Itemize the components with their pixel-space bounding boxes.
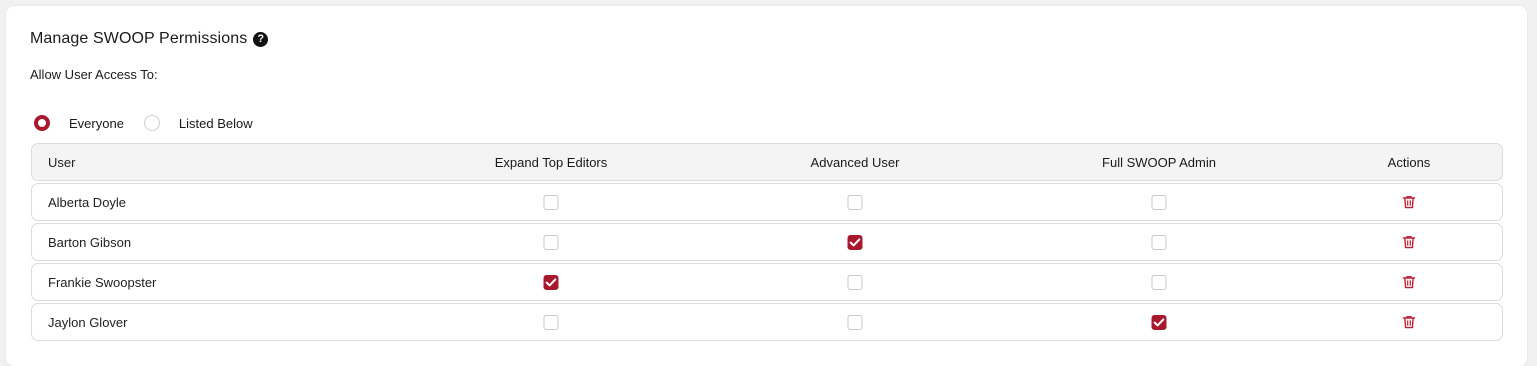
trash-icon[interactable] [1402,315,1416,329]
title-row: Manage SWOOP Permissions ? [30,30,269,48]
expand-top-editors-checkbox[interactable] [543,274,559,290]
radio-option-everyone[interactable]: Everyone [34,115,124,131]
advanced-user-checkbox-cell [847,314,863,330]
actions-cell [1402,195,1416,209]
actions-cell [1402,315,1416,329]
full-swoop-admin-checkbox-cell [1151,314,1167,330]
advanced-user-checkbox-cell [847,194,863,210]
trash-icon[interactable] [1402,235,1416,249]
header-expand-top-editors: Expand Top Editors [494,154,608,170]
user-name: Frankie Swoopster [48,274,157,290]
expand-top-editors-checkbox[interactable] [543,194,559,210]
expand-top-editors-checkbox-cell [543,314,559,330]
trash-icon[interactable] [1402,275,1416,289]
radio-everyone[interactable] [34,115,50,131]
radio-listed-below[interactable] [143,115,160,131]
user-name: Jaylon Glover [48,314,128,330]
radio-label-everyone: Everyone [69,115,124,131]
expand-top-editors-checkbox[interactable] [543,314,559,330]
advanced-user-checkbox-cell [847,274,863,290]
advanced-user-checkbox[interactable] [847,274,863,290]
full-swoop-admin-checkbox[interactable] [1151,234,1167,250]
user-name: Barton Gibson [48,234,132,250]
question-circle-icon[interactable]: ? [253,31,269,47]
expand-top-editors-checkbox-cell [543,234,559,250]
table-row: Barton Gibson [31,223,1503,261]
table-row: Jaylon Glover [31,303,1503,341]
user-name: Alberta Doyle [48,194,127,210]
advanced-user-checkbox-cell [847,234,863,250]
expand-top-editors-checkbox-cell [543,274,559,290]
advanced-user-checkbox[interactable] [847,314,863,330]
actions-cell [1402,275,1416,289]
actions-cell [1402,235,1416,249]
full-swoop-admin-checkbox-cell [1151,234,1167,250]
permissions-table: User Expand Top Editors Advanced User Fu… [31,143,1503,343]
expand-top-editors-checkbox-cell [543,194,559,210]
advanced-user-checkbox[interactable] [847,194,863,210]
full-swoop-admin-checkbox-cell [1151,274,1167,290]
header-advanced-user: Advanced User [810,154,900,170]
table-header-row: User Expand Top Editors Advanced User Fu… [31,143,1503,181]
advanced-user-checkbox[interactable] [847,234,863,250]
header-user: User [48,154,76,170]
trash-icon[interactable] [1402,195,1416,209]
expand-top-editors-checkbox[interactable] [543,234,559,250]
full-swoop-admin-checkbox[interactable] [1151,274,1167,290]
header-actions: Actions [1387,154,1431,170]
access-label: Allow User Access To: [30,67,158,82]
full-swoop-admin-checkbox[interactable] [1151,314,1167,330]
radio-label-listed-below: Listed Below [178,115,253,131]
page-title: Manage SWOOP Permissions [30,30,248,47]
table-row: Alberta Doyle [31,183,1503,221]
full-swoop-admin-checkbox[interactable] [1151,194,1167,210]
permissions-card: Manage SWOOP Permissions ? Allow User Ac… [6,6,1527,366]
header-full-swoop-admin: Full SWOOP Admin [1102,154,1216,170]
radio-option-listed-below[interactable]: Listed Below [143,115,253,131]
table-row: Frankie Swoopster [31,263,1503,301]
full-swoop-admin-checkbox-cell [1151,194,1167,210]
access-radio-group: Everyone Listed Below [34,115,273,131]
